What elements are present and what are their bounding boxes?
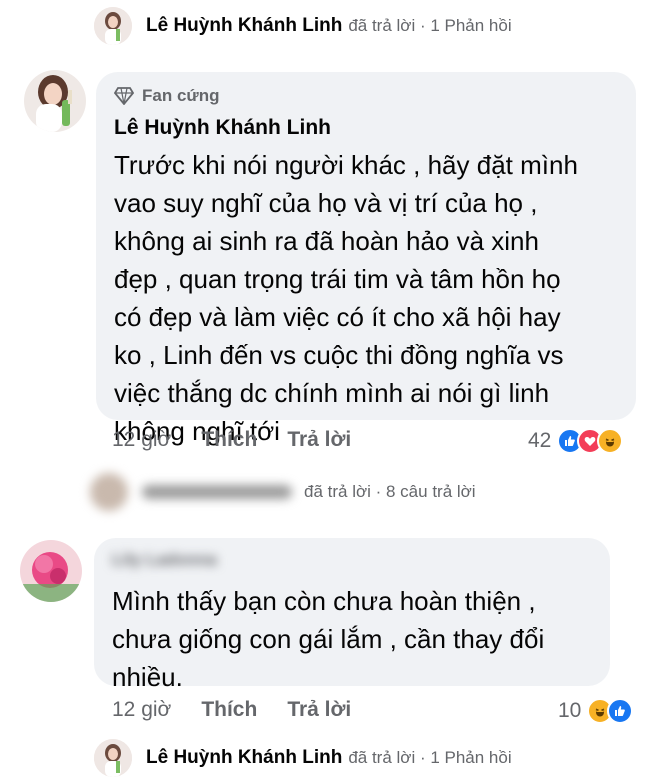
comment-actions: 12 giờ Thích Trả lời bbox=[112, 698, 381, 722]
reaction-summary[interactable]: 42 bbox=[528, 428, 624, 454]
reply-button[interactable]: Trả lời bbox=[287, 428, 351, 452]
reply-meta[interactable]: đã trả lời · 1 Phản hồi bbox=[348, 748, 511, 768]
fan-badge: Fan cứng bbox=[114, 86, 219, 106]
comment-author[interactable]: Lê Huỳnh Khánh Linh bbox=[114, 116, 331, 140]
diamond-icon bbox=[114, 87, 134, 105]
reply-meta[interactable]: đã trả lời · 8 câu trả lời bbox=[304, 482, 476, 502]
like-button[interactable]: Thích bbox=[201, 698, 257, 722]
reply-author-name[interactable]: Lê Huỳnh Khánh Linh bbox=[146, 747, 342, 769]
comment-text: Mình thấy bạn còn chưa hoàn thiện , chưa… bbox=[112, 582, 544, 696]
comment-line: chưa giống con gái lắm , cần thay đổi bbox=[112, 624, 545, 654]
comment-time[interactable]: 12 giờ bbox=[112, 428, 171, 452]
avatar[interactable] bbox=[20, 540, 82, 602]
reply-summary-top[interactable]: Lê Huỳnh Khánh Linh đã trả lời · 1 Phản … bbox=[94, 6, 512, 46]
reaction-count: 10 bbox=[558, 699, 582, 722]
reply-summary-middle[interactable]: đã trả lời · 8 câu trả lời bbox=[90, 472, 476, 512]
comment-line: Mình thấy bạn còn chưa hoàn thiện , bbox=[112, 586, 536, 616]
comment-line: vao suy nghĩ của họ và vị trí của họ , bbox=[114, 188, 538, 218]
comment-line: nhiều. bbox=[112, 662, 183, 692]
like-button[interactable]: Thích bbox=[201, 428, 257, 452]
fan-badge-label: Fan cứng bbox=[142, 86, 220, 105]
reply-meta[interactable]: đã trả lời · 1 Phản hồi bbox=[348, 16, 511, 36]
avatar-image bbox=[94, 739, 132, 777]
avatar[interactable] bbox=[94, 739, 132, 777]
avatar-image bbox=[20, 540, 82, 602]
haha-icon bbox=[597, 428, 624, 454]
comment-time[interactable]: 12 giờ bbox=[112, 698, 171, 722]
comment-bubble: Lily Ladonna Mình thấy bạn còn chưa hoàn… bbox=[94, 538, 610, 692]
avatar-image bbox=[24, 70, 86, 132]
reaction-count: 42 bbox=[528, 429, 552, 452]
reaction-summary[interactable]: 10 bbox=[558, 698, 634, 724]
reply-summary-bottom[interactable]: Lê Huỳnh Khánh Linh đã trả lời · 1 Phản … bbox=[94, 738, 512, 778]
reply-author-name[interactable]: Lê Huỳnh Khánh Linh bbox=[146, 15, 342, 37]
comment-text: Trước khi nói người khác , hãy đặt mình … bbox=[114, 146, 578, 450]
comment-line: đẹp , quan trọng trái tim và tâm hồn họ bbox=[114, 264, 561, 294]
comment-line: không ai sinh ra đã hoàn hảo và xinh bbox=[114, 226, 539, 256]
avatar-image bbox=[94, 7, 132, 45]
comment-bubble: Fan cứng Lê Huỳnh Khánh Linh Trước khi n… bbox=[96, 72, 636, 446]
like-icon bbox=[607, 698, 634, 724]
comment-actions: 12 giờ Thích Trả lời bbox=[112, 428, 381, 452]
comment-line: có đẹp và làm việc có ít cho xã hội hay bbox=[114, 302, 561, 332]
avatar[interactable] bbox=[90, 473, 128, 511]
avatar[interactable] bbox=[94, 7, 132, 45]
comment-line: việc thắng dc chính mình ai nói gì linh bbox=[114, 378, 550, 408]
blurred-name bbox=[142, 485, 292, 499]
comment-author[interactable]: Lily Ladonna bbox=[112, 550, 217, 570]
comment-line: Trước khi nói người khác , hãy đặt mình bbox=[114, 150, 578, 180]
avatar[interactable] bbox=[24, 70, 86, 132]
reply-button[interactable]: Trả lời bbox=[287, 698, 351, 722]
comment-line: ko , Linh đến vs cuộc thi đồng nghĩa vs bbox=[114, 340, 564, 370]
